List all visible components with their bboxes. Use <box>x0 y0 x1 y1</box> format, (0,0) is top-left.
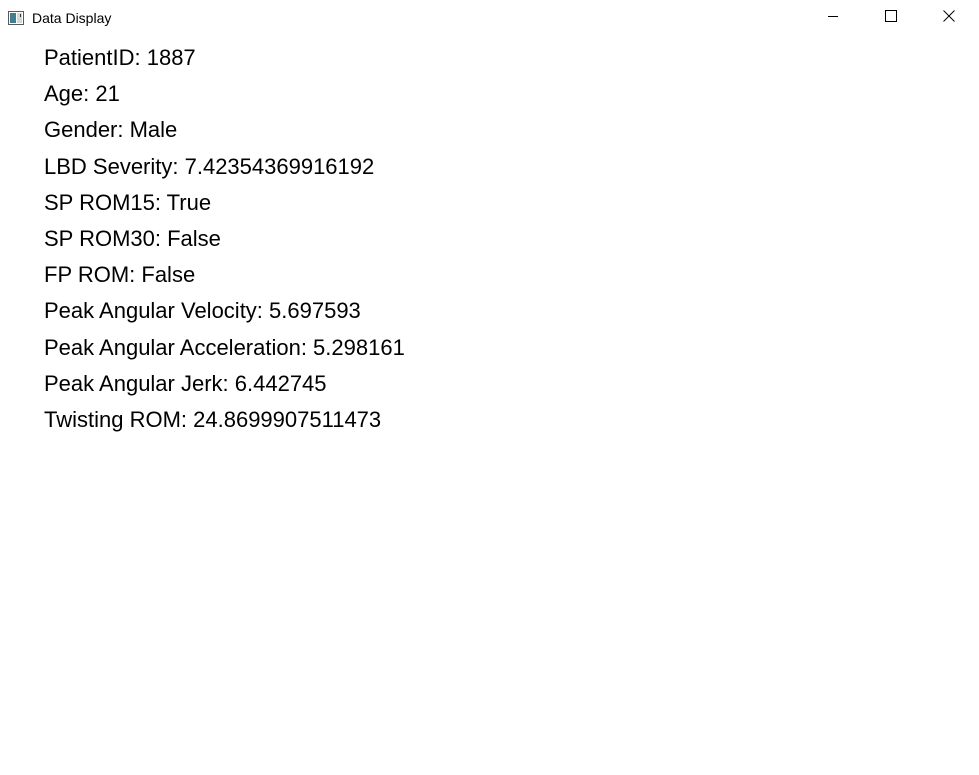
maximize-icon <box>885 9 897 27</box>
twisting-rom-text: Twisting ROM: 24.8699907511473 <box>44 406 382 432</box>
patient-id-text: PatientID: 1887 <box>44 45 196 70</box>
close-button[interactable] <box>920 0 978 36</box>
sp-rom15-text: SP ROM15: True <box>44 189 212 215</box>
minimize-icon <box>827 9 839 27</box>
minimize-button[interactable] <box>804 0 862 36</box>
fp-rom-text: FP ROM: False <box>44 262 196 288</box>
title-bar[interactable]: Data Display <box>0 0 979 36</box>
data-fields-list: PatientID: 1887 Age: 21 Gender: Male LBD… <box>44 40 405 438</box>
close-icon <box>943 9 955 27</box>
age-text: Age: 21 <box>44 81 120 107</box>
peak-angular-acceleration-text: Peak Angular Acceleration: 5.298161 <box>44 334 405 360</box>
gender-text: Gender: Male <box>44 117 178 143</box>
lbd-severity-text: LBD Severity: 7.42354369916192 <box>44 153 375 179</box>
app-window-icon <box>8 11 24 25</box>
maximize-button[interactable] <box>862 0 920 36</box>
peak-angular-velocity-text: Peak Angular Velocity: 5.697593 <box>44 298 361 324</box>
peak-angular-jerk-text: Peak Angular Jerk: 6.442745 <box>44 370 327 396</box>
window-title: Data Display <box>32 10 112 26</box>
sp-rom30-text: SP ROM30: False <box>44 225 221 251</box>
data-display-window: Data Display PatientID: 1887 Age: 21 Gen… <box>0 0 979 775</box>
